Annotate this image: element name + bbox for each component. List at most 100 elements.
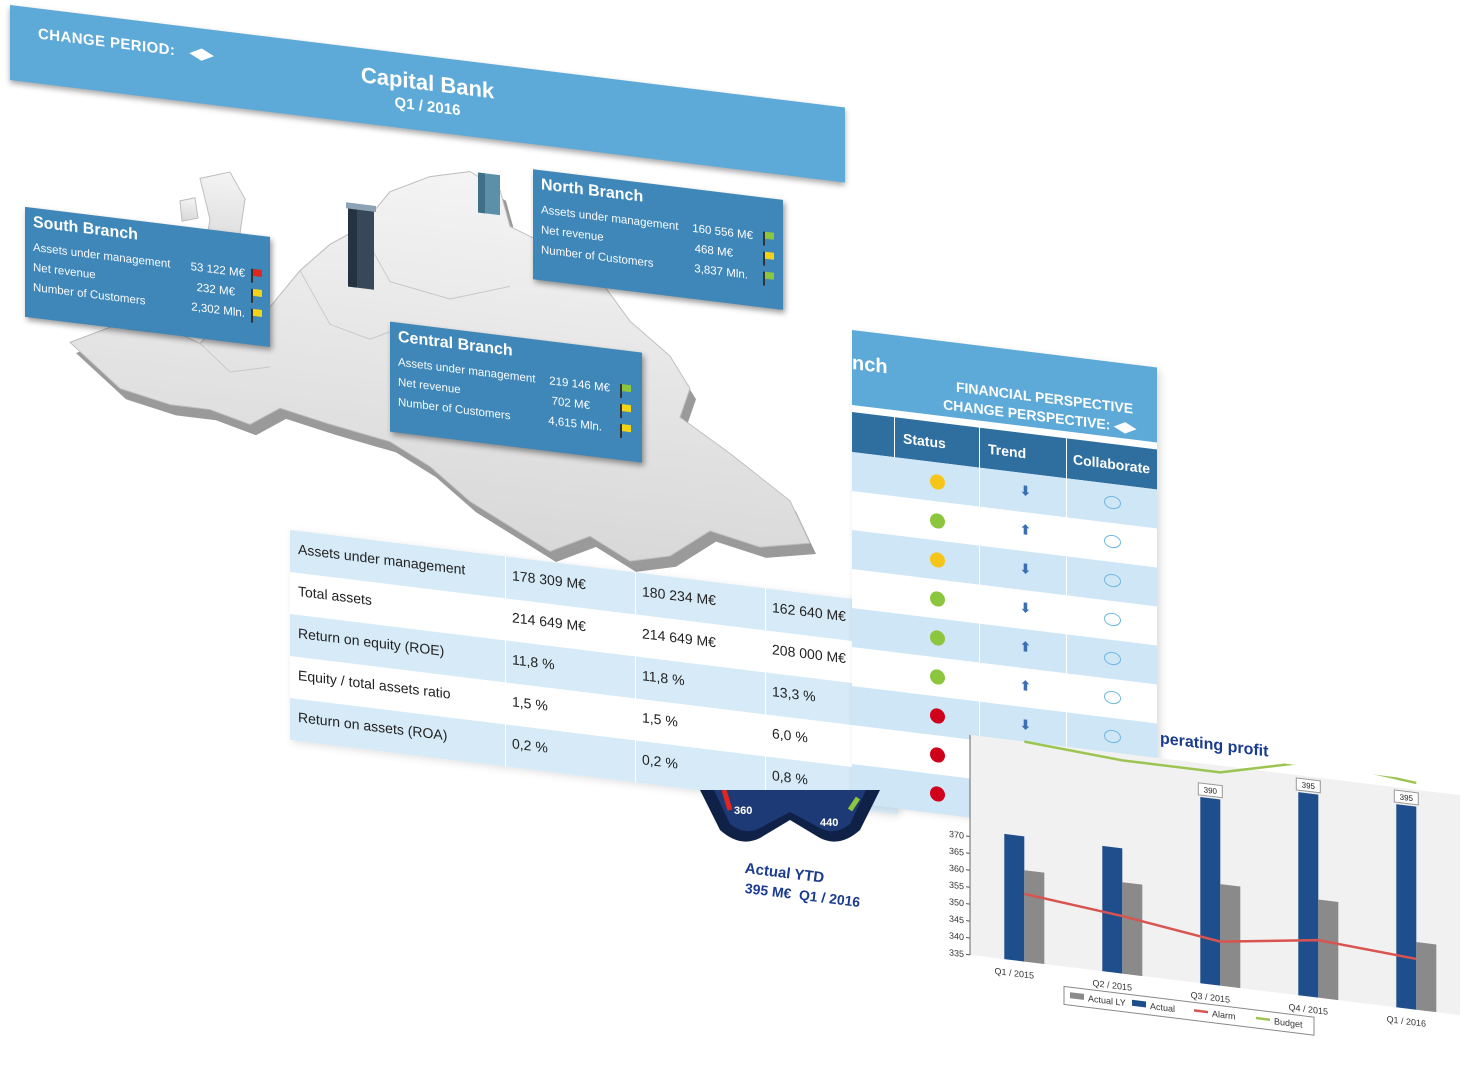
blank-column-header	[852, 412, 894, 457]
trend-up-icon: ⬆	[1020, 678, 1031, 695]
comment-bubble-icon[interactable]	[1104, 690, 1121, 705]
column-divider	[765, 588, 766, 798]
cell-value: 1,5 %	[642, 709, 678, 729]
data-label: 390	[1204, 785, 1218, 796]
row-label: Total assets	[298, 583, 372, 608]
legend-box	[1064, 986, 1314, 1035]
kpi-label: Net revenue	[33, 262, 96, 282]
cell-value: 13,3 %	[772, 683, 816, 704]
bar-actual-ly	[1318, 900, 1338, 1001]
comment-bubble-icon[interactable]	[1104, 651, 1121, 666]
kpi-value: 702 M€	[540, 394, 590, 412]
kpi-label: Number of Customers	[541, 244, 653, 270]
column-label: Status	[903, 430, 946, 451]
bar-actual	[1102, 846, 1122, 974]
row-label: Return on assets (ROA)	[298, 709, 447, 743]
flag-icon	[620, 404, 630, 419]
cell-value: 6,0 %	[772, 725, 808, 745]
cell-value: 208 000 M€	[772, 641, 846, 666]
tower-icon-central	[346, 202, 376, 290]
kpi-value: 232 M€	[175, 279, 235, 298]
row-label: Equity / total assets ratio	[298, 667, 451, 702]
gauge-tick-right: 440	[820, 817, 838, 829]
map-ireland	[180, 196, 198, 223]
y-tick-label: 355	[949, 880, 964, 892]
bar-actual	[1396, 804, 1416, 1010]
y-tick-label: 345	[949, 914, 964, 926]
kpi-label: Number of Customers	[33, 282, 145, 308]
status-dot-icon	[930, 630, 945, 647]
branch-title-fragment: nch	[852, 352, 888, 379]
gauge-dial: 360 440	[690, 790, 890, 860]
y-tick-label: 350	[949, 897, 964, 909]
row-label: Return on equity (ROE)	[298, 625, 444, 659]
gauge-value-line: 395 M€ Q1 / 2016	[744, 880, 861, 910]
bar-actual	[1004, 834, 1024, 962]
status-dot-icon	[930, 552, 945, 569]
column-label: Collaborate	[1073, 451, 1150, 476]
comment-bubble-icon[interactable]	[1104, 534, 1121, 549]
legend-swatch	[1194, 1010, 1208, 1012]
flag-icon	[620, 424, 630, 439]
y-tick-label: 340	[949, 930, 964, 942]
kpi-label: Net revenue	[398, 377, 461, 397]
comment-bubble-icon[interactable]	[1104, 495, 1121, 510]
status-dot-icon	[930, 669, 945, 686]
bar-actual-ly	[1122, 882, 1142, 976]
y-tick-label: 365	[949, 846, 964, 858]
y-tick-label: 360	[949, 863, 964, 875]
flag-icon	[251, 309, 261, 324]
flag-icon	[763, 271, 773, 286]
trend-down-icon: ⬇	[1020, 483, 1031, 500]
status-dot-icon	[930, 591, 945, 608]
gauge-value: 395 M€	[744, 880, 792, 902]
trend-up-icon: ⬆	[1020, 522, 1031, 539]
cell-value: 11,8 %	[512, 651, 555, 672]
comment-bubble-icon[interactable]	[1104, 573, 1121, 588]
column-label: Trend	[988, 441, 1026, 462]
perspective-arrows-icon[interactable]: ◀▶	[1114, 417, 1136, 436]
kpi-value: 468 M€	[683, 242, 733, 260]
bar-actual	[1200, 797, 1220, 986]
x-tick-label: Q1 / 2015	[995, 966, 1034, 981]
data-label: 395	[1400, 793, 1414, 804]
cell-value: 1,5 %	[512, 693, 548, 713]
cell-value: 11,8 %	[642, 667, 685, 688]
column-divider	[505, 556, 506, 766]
status-dot-icon	[930, 474, 945, 491]
cell-value: 178 309 M€	[512, 567, 586, 592]
trend-up-icon: ⬆	[1020, 639, 1031, 656]
cell-value: 0,2 %	[512, 735, 548, 755]
status-dot-icon	[930, 513, 945, 530]
legend-swatch	[1256, 1018, 1270, 1020]
kpi-value: 219 146 M€	[540, 374, 610, 395]
cell-value: 0,8 %	[772, 767, 808, 787]
branch-name: North Branch	[541, 176, 643, 207]
flag-icon	[251, 289, 261, 304]
trend-down-icon: ⬇	[1020, 600, 1031, 617]
kpi-value: 53 122 M€	[175, 259, 245, 280]
kpi-value: 160 556 M€	[683, 222, 753, 243]
cell-value: 214 649 M€	[642, 625, 716, 650]
kpi-label: Net revenue	[541, 224, 604, 244]
cell-value: 214 649 M€	[512, 609, 586, 634]
cell-value: 162 640 M€	[772, 599, 846, 624]
column-divider	[635, 572, 636, 782]
flag-icon	[620, 384, 630, 399]
kpi-value: 4,615 Mln.	[540, 414, 602, 434]
bar-actual-ly	[1220, 884, 1240, 988]
trend-down-icon: ⬇	[1020, 561, 1031, 578]
map-dashboard-panel: CHANGE PERIOD: ◀▶ Capital Bank Q1 / 2016	[10, 5, 845, 628]
x-tick-label: Q1 / 2016	[1387, 1014, 1426, 1029]
comment-bubble-icon[interactable]	[1104, 612, 1121, 627]
bar-actual	[1298, 792, 1318, 998]
kpi-label: Number of Customers	[398, 397, 510, 423]
data-label: 395	[1302, 781, 1316, 792]
y-tick-label: 370	[949, 829, 964, 841]
cell-value: 0,2 %	[642, 751, 678, 771]
chart-plot: 335340345350355360365370Q1 / 2015Q2 / 20…	[930, 720, 1470, 1086]
gauge-tick-left: 360	[734, 805, 752, 817]
flag-icon	[251, 269, 261, 284]
kpi-value: 2,302 Mln.	[175, 299, 245, 320]
gauge-widget: 360 440 Actual YTD 395 M€ Q1 / 2016	[690, 790, 890, 920]
